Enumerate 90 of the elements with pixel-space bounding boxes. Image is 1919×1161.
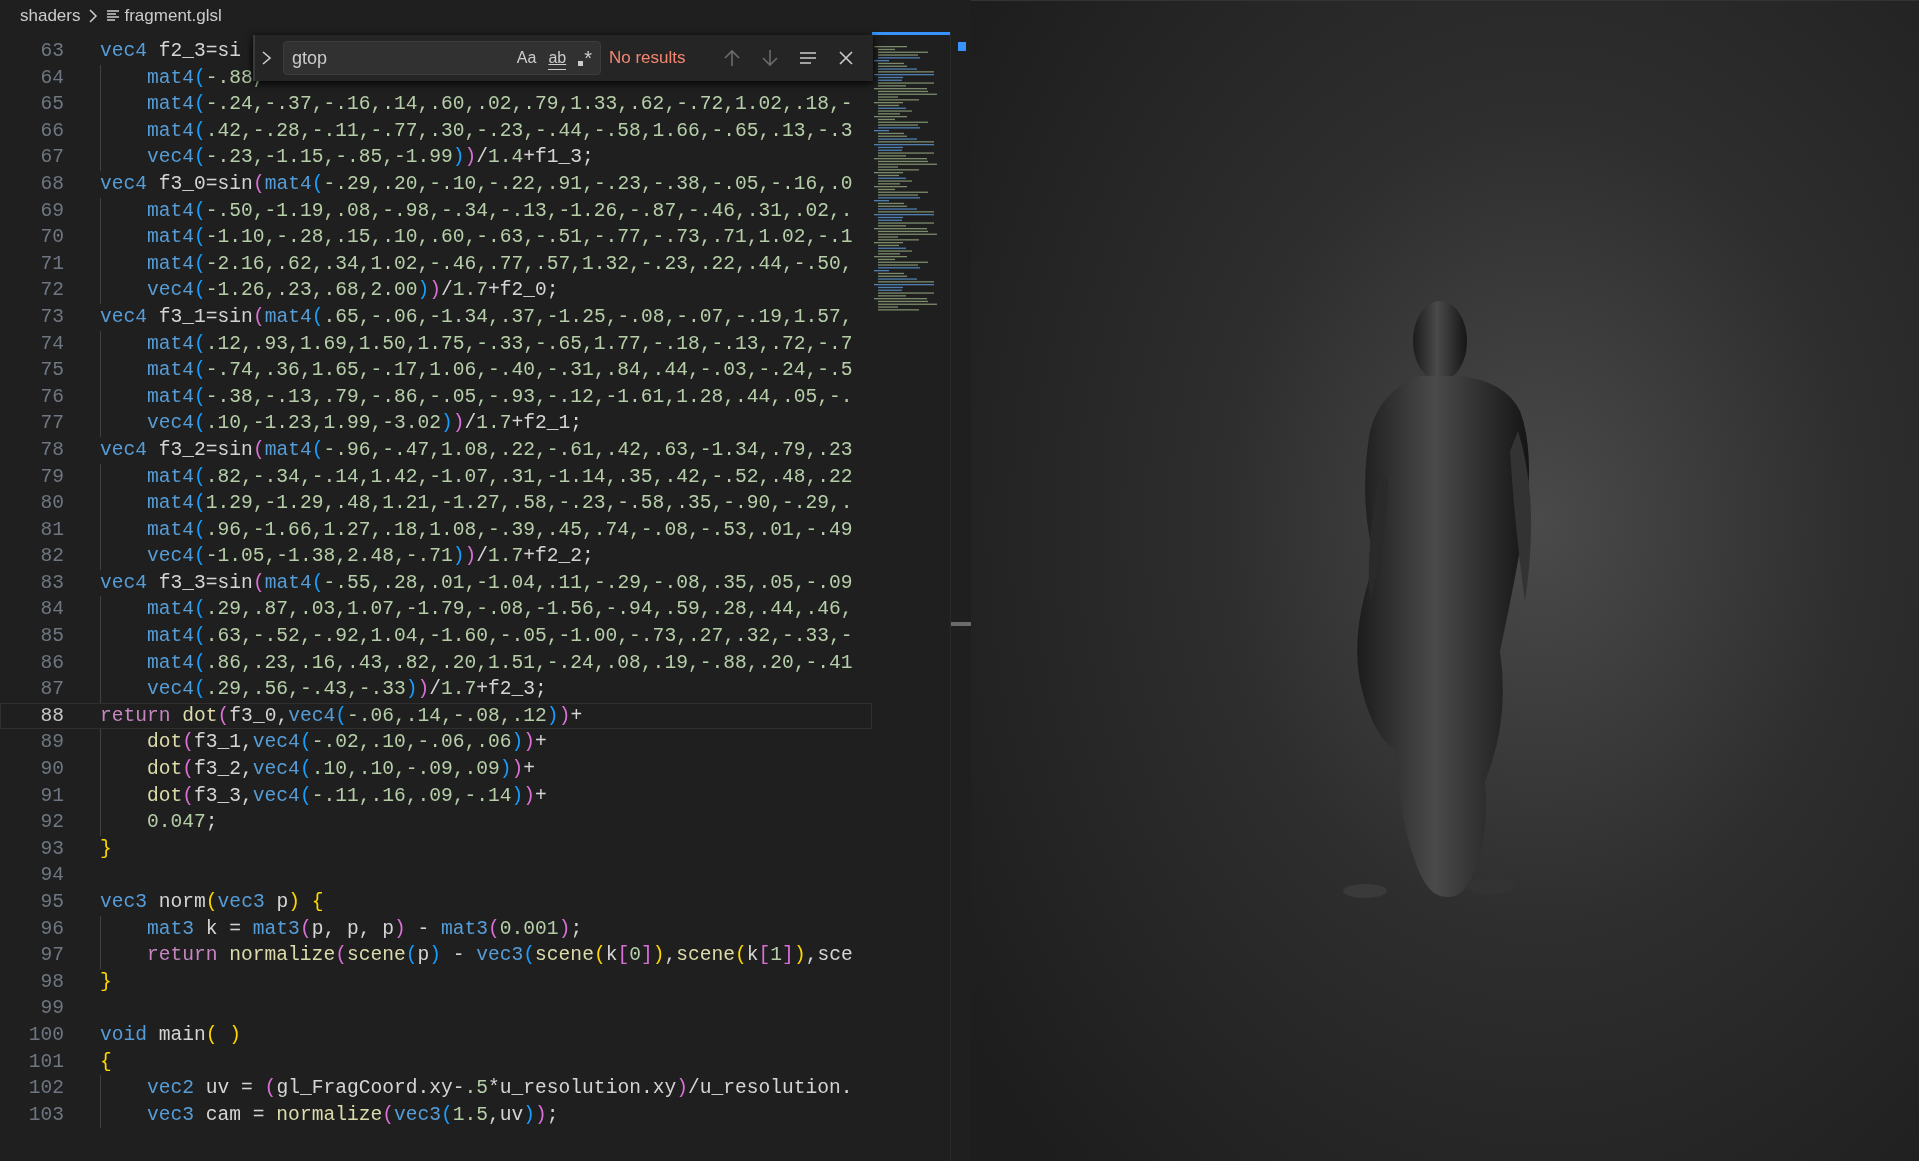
line-number: 66 [39, 118, 64, 144]
code-line: vec4 f3_1=sin(mat4(.65,-.06,-1.34,.37,-1.25,-.08,-.07,-.19,1.57, [100, 304, 853, 330]
code-line: mat4(-.74,.36,1.65,-.17,1.06,-.40,-.31,.84,.44,-.03,-.24,-.5 [147, 358, 853, 384]
line-number: 99 [39, 996, 64, 1022]
code-line: mat4(.96,-1.66,1.27,.18,1.08,-.39,.45,.74,-.08,-.53,.01,-.49 [147, 517, 853, 543]
line-number: 86 [39, 650, 64, 676]
line-number: 67 [39, 145, 64, 171]
chevron-right-icon [88, 8, 99, 24]
code-line: void main( ) [100, 1022, 242, 1048]
line-number: 79 [39, 464, 64, 490]
code-line: mat4(-2.16,.62,.34,1.02,-.46,.77,.57,1.32,-.23,.22,.44,-.50, [147, 251, 853, 277]
code-line: dot(f3_2,vec4(.10,.10,-.09,.09))+ [147, 757, 536, 783]
code-line: mat4(-.50,-1.19,.08,-.98,-.34,-.13,-1.26,-.87,-.46,.31,.02,. [147, 198, 853, 224]
code-line: mat4(-.88, [147, 65, 265, 91]
code-line: vec4(.29,.56,-.43,-.33))/1.7+f2_3; [147, 677, 547, 703]
code-line: vec4 f3_0=sin(mat4(-.29,.20,-.10,-.22,.91,-.23,-.38,-.05,-.16,.0 [100, 171, 853, 197]
line-number: 73 [39, 304, 64, 330]
line-number: 64 [39, 65, 64, 91]
line-number: 95 [39, 890, 64, 915]
code-line: mat4(1.29,-1.29,.48,1.21,-1.27,.58,-.23,-.58,.35,-.90,-.29,. [147, 491, 853, 517]
line-number: 87 [39, 677, 64, 703]
line-number: 93 [39, 836, 64, 862]
line-number: 100 [27, 1022, 64, 1048]
code-line: } [100, 969, 112, 995]
line-number: 68 [39, 171, 64, 197]
line-number: 80 [39, 491, 64, 517]
code-line: dot(f3_3,vec4(-.11,.16,.09,-.14))+ [147, 783, 547, 809]
code-line: vec4(-1.05,-1.38,2.48,-.71))/1.7+f2_2; [147, 544, 594, 570]
line-number: 89 [39, 730, 64, 756]
code-line: } [100, 836, 112, 862]
code-line: return dot(f3_0,vec4(-.06,.14,-.08,.12))+ [100, 703, 583, 729]
code-line: mat4(-.38,-.13,.79,-.86,-.05,-.93,-.12,-1.61,1.28,.44,.05,-. [147, 384, 853, 410]
find-input[interactable]: gtop Aa ab * [283, 41, 601, 75]
code-line: mat4(-1.10,-.28,.15,.10,.60,-.63,-.51,-.77,-.73,.71,1.02,-.1 [147, 225, 853, 251]
option-toggle[interactable]: ab [544, 45, 571, 71]
code-line: mat4(.82,-.34,-.14,1.42,-1.07,.31,-1.14,.35,.42,-.52,.48,.22 [147, 464, 853, 490]
line-number: 70 [39, 225, 64, 251]
line-number: 77 [39, 411, 64, 437]
line-number: 71 [39, 251, 64, 277]
file-lines-icon [106, 9, 121, 23]
code-line: mat4(.86,.23,.16,.43,.82,.20,1.51,-.24,.08,.19,-.88,.20,-.41 [147, 650, 853, 676]
line-number: 83 [39, 570, 64, 596]
line-number: 74 [39, 331, 64, 357]
code-line: 0.047; [147, 810, 218, 836]
code-line: vec4(-.23,-1.15,-.85,-1.99))/1.4+f1_3; [147, 145, 594, 171]
line-number: 90 [39, 757, 64, 783]
code-line: dot(f3_1,vec4(-.02,.10,-.06,.06))+ [147, 730, 547, 756]
code-line: mat4(.63,-.52,-.92,1.04,-1.60,-.05,-1.00,-.73,.27,.32,-.33,- [147, 624, 853, 650]
line-number: 98 [39, 969, 64, 995]
line-number: 97 [39, 943, 64, 969]
code-line: mat4(.12,.93,1.69,1.50,1.75,-.33,-.65,1.77,-.18,-.13,.72,-.7 [147, 331, 853, 357]
line-number: 76 [39, 384, 64, 410]
code-line: vec4 f3_3=sin(mat4(-.55,.28,.01,-1.04,.11,-.29,-.08,.35,.05,-.09 [100, 570, 853, 596]
line-number: 65 [39, 92, 64, 118]
line-number: 96 [39, 916, 64, 942]
code-line: vec3 cam = normalize(vec3(1.5,uv)); [147, 1102, 559, 1128]
line-number: 91 [39, 783, 64, 809]
code-line: vec4 f3_2=sin(mat4(-.96,-.47,1.08,.22,-.61,.42,.63,-1.34,.79,.23 [100, 437, 853, 463]
line-number: 63 [39, 39, 64, 64]
code-line: vec4(.10,-1.23,1.99,-3.02))/1.7+f2_1; [147, 411, 583, 437]
option-toggle[interactable]: * [574, 46, 596, 70]
line-number: 101 [27, 1049, 64, 1075]
line-number: 84 [39, 597, 64, 623]
line-number: 78 [39, 437, 64, 463]
breadcrumb-item[interactable]: fragment.glsl [124, 3, 222, 29]
line-number: 102 [27, 1076, 64, 1102]
breadcrumb-item[interactable]: shaders [20, 3, 81, 29]
code-line: mat4(.42,-.28,-.11,-.77,.30,-.23,-.44,-.58,1.66,-.65,.13,-.3 [147, 118, 853, 144]
code-line: { [100, 1049, 112, 1075]
line-number: 69 [39, 198, 64, 224]
line-number: 82 [39, 544, 64, 570]
line-number: 75 [39, 358, 64, 384]
line-number: 103 [27, 1102, 64, 1128]
line-number: 85 [39, 624, 64, 650]
line-number: 81 [39, 517, 64, 543]
code-line: mat4(-.24,-.37,-.16,.14,.60,.02,.79,1.33,.62,-.72,1.02,.18,- [147, 92, 853, 118]
code-line: mat3 k = mat3(p, p, p) - mat3(0.001); [147, 916, 583, 942]
code-line: vec4 f2_3=si [100, 39, 242, 64]
option-toggle[interactable]: Aa [512, 46, 541, 70]
line-number: 92 [39, 810, 64, 836]
code-line: vec2 uv = (gl_FragCoord.xy-.5*u_resolution.xy)/u_resolution. [147, 1076, 853, 1102]
line-number: 94 [39, 863, 64, 889]
code-line: vec3 norm(vec3 p) { [100, 890, 324, 915]
line-number: 72 [39, 278, 64, 304]
no-results-text: No results [609, 47, 686, 70]
code-line: return normalize(scene(p) - vec3(scene(k[0]),scene(k[1]),sce [147, 943, 853, 969]
code-line: vec4(-1.26,.23,.68,2.00))/1.7+f2_0; [147, 278, 559, 304]
line-number: 88 [39, 703, 64, 729]
code-line: mat4(.29,.87,.03,1.07,-1.79,-.08,-1.56,-.94,.59,.28,.44,.46, [147, 597, 853, 623]
arrow-down-icon[interactable] [759, 47, 781, 69]
